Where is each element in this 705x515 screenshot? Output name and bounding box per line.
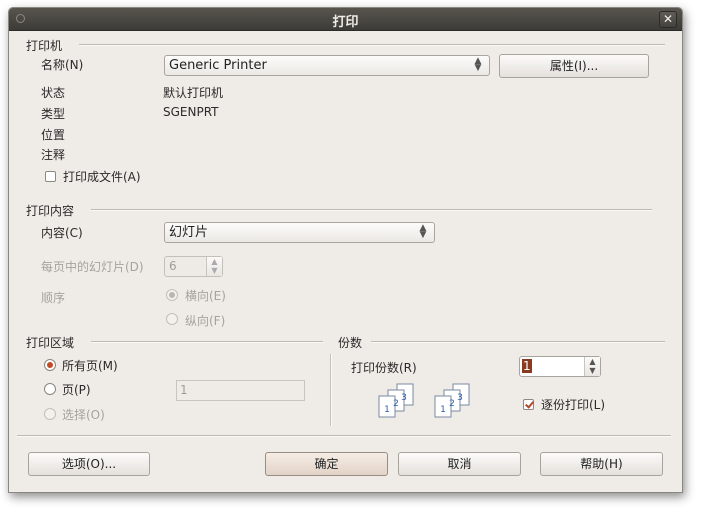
window-title: 打印	[332, 15, 359, 30]
content-value: 幻灯片	[169, 225, 209, 240]
collate-doc-number: 3	[457, 393, 463, 403]
options-button[interactable]: 选项(O)...	[28, 452, 150, 476]
collate-docs-icon: 3 2 1	[378, 383, 414, 418]
collate-checkbox[interactable]	[523, 399, 534, 410]
order-label: 顺序	[41, 291, 66, 305]
vertical-separator	[330, 354, 332, 426]
copies-count-label: 打印份数(R)	[351, 361, 417, 375]
close-button[interactable]: ✕	[659, 11, 677, 28]
pages-radio[interactable]	[44, 383, 56, 395]
range-separator	[91, 341, 323, 343]
select-arrows-icon: ▲ ▼	[474, 56, 482, 73]
copies-separator	[371, 341, 665, 343]
collate-label[interactable]: 逐份打印(L)	[541, 396, 605, 413]
order-vertical-radio[interactable]	[166, 313, 178, 325]
printer-status-value: 默认打印机	[163, 86, 224, 100]
printer-type-value: SGENPRT	[163, 105, 219, 119]
selection-label: 选择(O)	[62, 408, 105, 422]
spinner-arrows-icon: ▲ ▼	[206, 257, 222, 276]
content-label: 内容(C)	[41, 226, 83, 240]
order-vertical-label: 纵向(F)	[185, 314, 226, 328]
pages-input[interactable]: 1	[176, 380, 305, 401]
slides-per-page-label: 每页中的幻灯片(D)	[41, 260, 144, 274]
printer-name-label: 名称(N)	[41, 58, 84, 72]
select-arrows-icon: ▲ ▼	[419, 223, 427, 240]
help-button[interactable]: 帮助(H)	[540, 452, 663, 476]
slides-per-page-value: 6	[169, 259, 177, 273]
copies-count-value: 1	[522, 359, 532, 373]
printer-status-label: 状态	[41, 86, 66, 100]
printer-name-select[interactable]: Generic Printer ▲ ▼	[164, 55, 490, 76]
all-pages-radio[interactable]	[44, 359, 56, 371]
order-horizontal-radio[interactable]	[166, 289, 178, 301]
cancel-button[interactable]: 取消	[398, 452, 521, 476]
close-icon: ✕	[662, 12, 674, 26]
ok-button[interactable]: 确定	[265, 452, 388, 476]
collate-docs-icon: 3 2 1	[434, 383, 470, 418]
printer-comment-label: 注释	[41, 148, 66, 162]
copies-count-spinner[interactable]: 1 ▲ ▼	[519, 356, 601, 377]
properties-button[interactable]: 属性(I)...	[499, 54, 649, 78]
range-section-title: 打印区域	[26, 336, 75, 350]
content-section-title: 打印内容	[26, 204, 75, 218]
slides-per-page-spinner[interactable]: 6 ▲ ▼	[164, 256, 223, 277]
printer-name-value: Generic Printer	[169, 58, 267, 73]
printer-separator	[79, 44, 665, 46]
title-bar[interactable]: 打印 ✕	[9, 8, 682, 31]
all-pages-label[interactable]: 所有页(M)	[62, 357, 118, 374]
content-separator	[91, 209, 652, 211]
pages-label[interactable]: 页(P)	[62, 381, 91, 398]
print-dialog: 打印 ✕ 打印机 名称(N) Generic Printer ▲ ▼ 属性(I).…	[8, 7, 683, 493]
spinner-arrows-icon: ▲ ▼	[584, 357, 600, 376]
print-to-file-label[interactable]: 打印成文件(A)	[63, 168, 141, 185]
selection-radio[interactable]	[44, 408, 56, 420]
printer-location-label: 位置	[41, 128, 66, 142]
printer-section-title: 打印机	[26, 39, 63, 53]
copies-section-title: 份数	[338, 336, 363, 350]
collate-doc-number: 3	[401, 393, 407, 403]
printer-type-label: 类型	[41, 107, 66, 121]
collate-doc-number: 2	[393, 399, 399, 409]
print-to-file-checkbox[interactable]	[45, 171, 56, 182]
bottom-separator	[17, 435, 671, 437]
collate-doc-number: 1	[440, 405, 446, 415]
collate-doc-number: 1	[384, 405, 390, 415]
content-select[interactable]: 幻灯片 ▲ ▼	[164, 222, 435, 243]
order-horizontal-label: 横向(E)	[185, 289, 226, 303]
collate-doc-number: 2	[449, 399, 455, 409]
